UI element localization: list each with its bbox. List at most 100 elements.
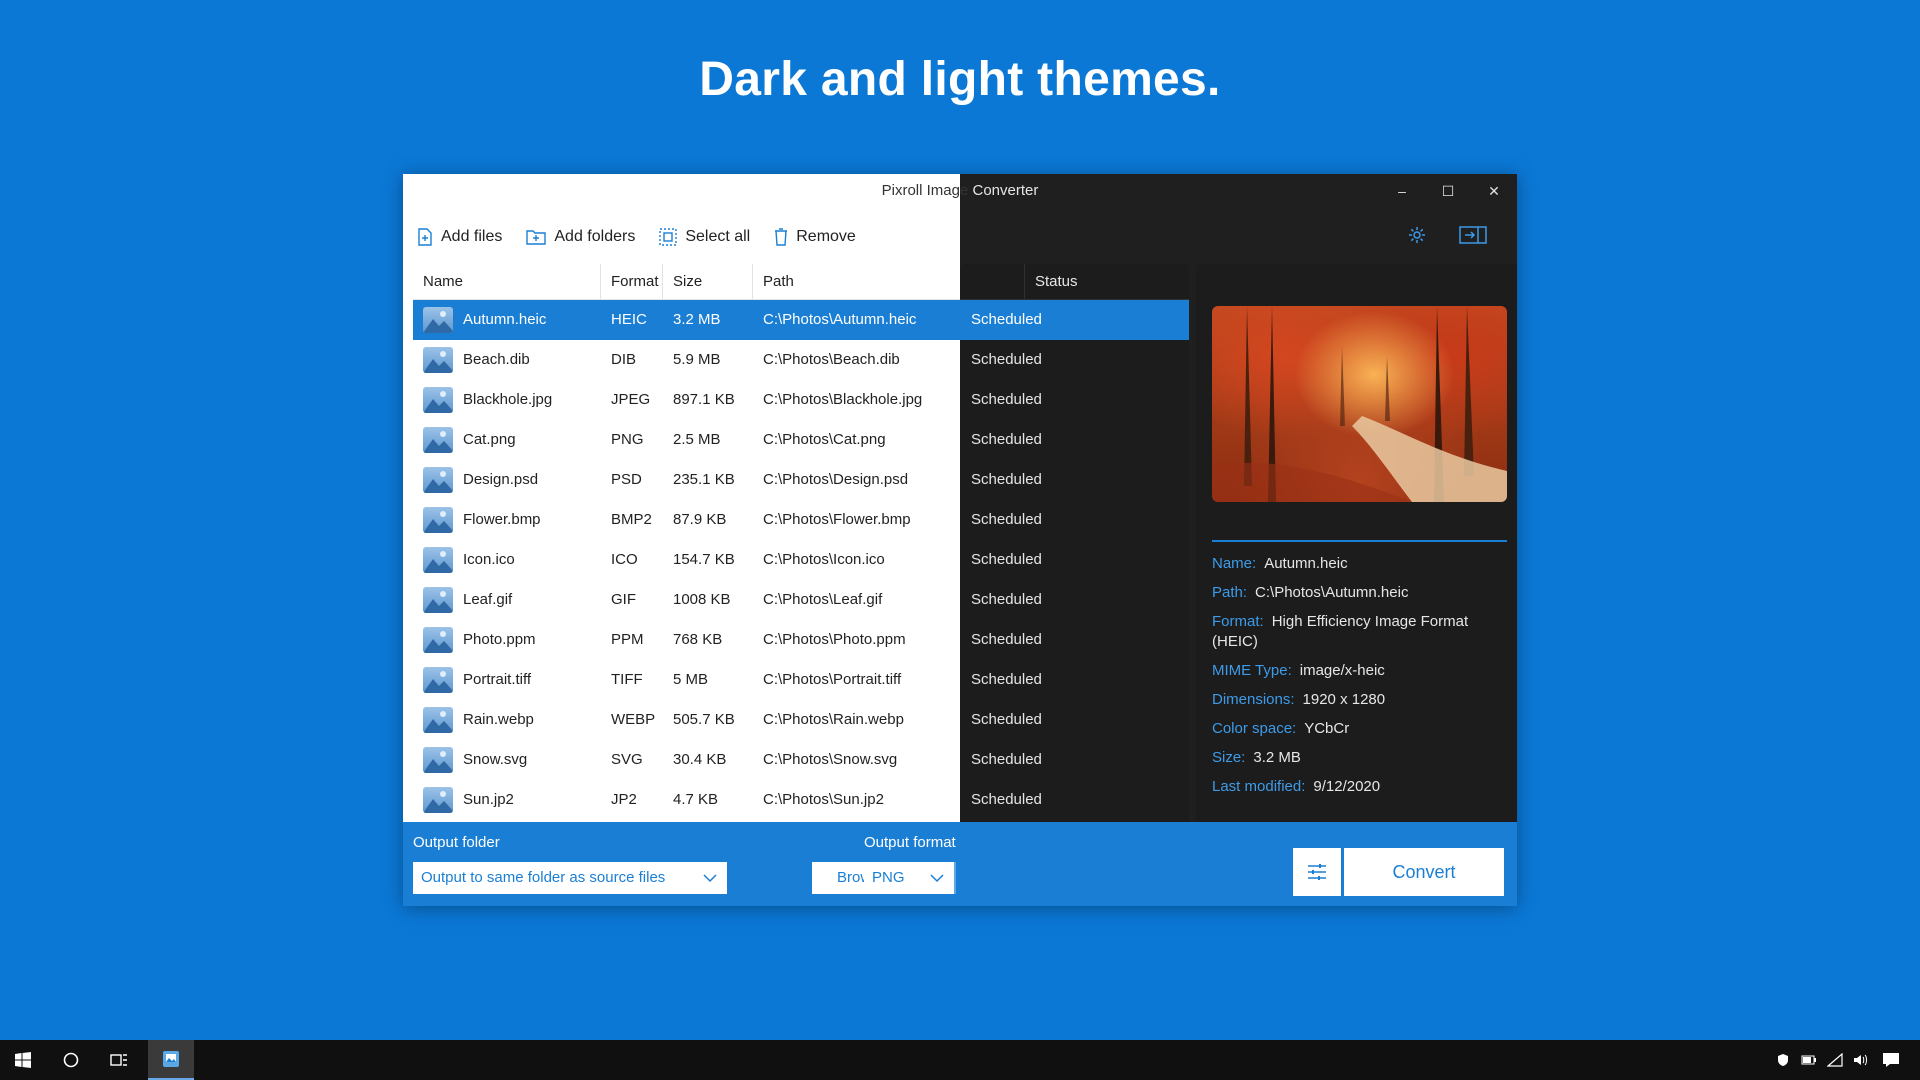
file-format: PPM [611, 631, 644, 648]
file-format: WEBP [611, 711, 656, 728]
windows-start-icon [15, 1052, 31, 1068]
column-path[interactable]: Path [753, 264, 960, 300]
property-key: Format: [1212, 613, 1264, 630]
table-row[interactable]: Icon.ico ICO 154.7 KB C:\Photos\Icon.ico Sch… [413, 540, 1189, 580]
property-row: Path: C:\Photos\Autumn.heic [1212, 583, 1512, 603]
image-file-icon [423, 587, 453, 613]
file-status: Scheduled [971, 351, 1042, 368]
bottom-bar: Output folder Output to same folder as s… [403, 822, 1517, 906]
image-file-icon [423, 307, 453, 333]
file-status: Scheduled [971, 471, 1042, 488]
file-path: C:\Photos\Icon.ico [763, 551, 885, 568]
image-file-icon [423, 547, 453, 573]
column-size[interactable]: Size [663, 264, 753, 300]
file-format: JPEG [611, 391, 651, 408]
file-format: PSD [611, 471, 642, 488]
tray-volume-icon[interactable] [1848, 1040, 1874, 1080]
file-path: C:\Photos\Cat.png [763, 431, 886, 448]
action-center-button[interactable] [1876, 1040, 1906, 1080]
tray-battery-icon[interactable] [1796, 1040, 1822, 1080]
close-button[interactable]: ✕ [1471, 174, 1517, 208]
toggle-preview-button[interactable] [1453, 220, 1493, 250]
property-key: Name: [1212, 555, 1257, 572]
table-row[interactable]: Blackhole.jpg JPEG 897.1 KB C:\Photos\Black… [413, 380, 1189, 420]
column-format[interactable]: Format [601, 264, 663, 300]
file-name: Snow.svg [463, 751, 528, 768]
file-path: C:\Photos\Portrait.tiff [763, 671, 902, 688]
table-row[interactable]: Snow.svg SVG 30.4 KB C:\Photos\Snow.svg Sche… [413, 740, 1189, 780]
output-folder-value: Output to same folder as source files [421, 869, 666, 886]
table-row[interactable]: Photo.ppm PPM 768 KB C:\Photos\Photo.ppm Sch… [413, 620, 1189, 660]
file-size: 154.7 KB [673, 551, 735, 568]
file-path: C:\Photos\Autumn.heic [763, 311, 917, 328]
file-name: Flower.bmp [463, 511, 541, 528]
file-size: 4.7 KB [673, 791, 719, 808]
file-format: PNG [611, 431, 644, 448]
file-size: 1008 KB [673, 591, 731, 608]
table-row[interactable]: Beach.dib DIB 5.9 MB C:\Photos\Beach.dib Sch… [413, 340, 1189, 380]
file-path: C:\Photos\Blackhole.jpg [763, 391, 923, 408]
window-title: Pixroll Image Converter [403, 182, 1517, 199]
cortana-icon [63, 1052, 79, 1068]
file-status: Scheduled [971, 511, 1042, 528]
table-row[interactable]: Flower.bmp BMP2 87.9 KB C:\Photos\Flower.bm… [413, 500, 1189, 540]
table-row[interactable]: Leaf.gif GIF 1008 KB C:\Photos\Leaf.gif Sche… [413, 580, 1189, 620]
task-view-button[interactable] [96, 1040, 142, 1080]
file-status: Scheduled [971, 431, 1042, 448]
minimize-button[interactable]: – [1379, 174, 1425, 208]
property-key: Path: [1212, 584, 1248, 601]
add-files-button[interactable]: Add files [417, 228, 502, 246]
title-bar[interactable]: Pixroll Image Converter – ☐ ✕ [403, 174, 1517, 208]
table-row[interactable]: Cat.png PNG 2.5 MB C:\Photos\Cat.png Schedul… [413, 420, 1189, 460]
image-file-icon [423, 347, 453, 373]
output-format-value: PNG [872, 869, 905, 886]
output-format-select[interactable]: PNG [864, 862, 954, 894]
property-value: 9/12/2020 [1313, 778, 1381, 795]
add-folder-icon [526, 230, 547, 245]
file-format: DIB [611, 351, 637, 368]
file-name: Autumn.heic [463, 311, 547, 328]
settings-button[interactable] [1397, 220, 1437, 250]
table-row[interactable]: Sun.jp2 JP2 4.7 KB C:\Photos\Sun.jp2 Schedul… [413, 780, 1189, 820]
tray-shield-icon[interactable] [1770, 1040, 1796, 1080]
add-folders-button[interactable]: Add folders [526, 228, 635, 246]
file-size: 505.7 KB [673, 711, 735, 728]
file-size: 235.1 KB [673, 471, 735, 488]
select-all-button[interactable]: Select all [659, 228, 750, 246]
file-status: Scheduled [971, 391, 1042, 408]
tray-wifi-icon[interactable] [1822, 1040, 1848, 1080]
property-row: Name: Autumn.heic [1212, 554, 1512, 574]
file-name: Leaf.gif [463, 591, 513, 608]
table-row[interactable]: Rain.webp WEBP 505.7 KB C:\Photos\Rain.webp… [413, 700, 1189, 740]
table-row[interactable]: Autumn.heic HEIC 3.2 MB C:\Photos\Autumn.he… [413, 300, 1189, 340]
conversion-settings-button[interactable] [1293, 848, 1341, 896]
toolbar: Add files Add folders Select all Remove [417, 222, 880, 252]
property-value: image/x-heic [1299, 662, 1385, 679]
image-file-icon [423, 747, 453, 773]
property-row: MIME Type: image/x-heic [1212, 661, 1512, 681]
property-value: 1920 x 1280 [1302, 691, 1386, 708]
image-file-icon [423, 707, 453, 733]
file-path: C:\Photos\Photo.ppm [763, 631, 906, 648]
file-name: Portrait.tiff [463, 671, 532, 688]
output-folder-select[interactable]: Output to same folder as source files [413, 862, 727, 894]
property-value: 3.2 MB [1253, 749, 1301, 766]
file-name: Cat.png [463, 431, 516, 448]
file-format: JP2 [611, 791, 637, 808]
column-name[interactable]: Name [413, 264, 601, 300]
file-name: Blackhole.jpg [463, 391, 553, 408]
taskbar-app-button[interactable] [148, 1040, 194, 1080]
file-path: C:\Photos\Beach.dib [763, 351, 900, 368]
maximize-button[interactable]: ☐ [1425, 174, 1471, 208]
file-format: GIF [611, 591, 636, 608]
table-row[interactable]: Portrait.tiff TIFF 5 MB C:\Photos\Portrait.… [413, 660, 1189, 700]
search-button[interactable] [48, 1040, 94, 1080]
image-file-icon [423, 627, 453, 653]
file-path: C:\Photos\Sun.jp2 [763, 791, 884, 808]
convert-button[interactable]: Convert [1344, 848, 1504, 896]
remove-button[interactable]: Remove [774, 228, 856, 246]
task-view-icon [110, 1054, 127, 1066]
start-button[interactable] [0, 1040, 46, 1080]
table-row[interactable]: Design.psd PSD 235.1 KB C:\Photos\Design.ps… [413, 460, 1189, 500]
column-status[interactable]: Status [1025, 264, 1189, 300]
